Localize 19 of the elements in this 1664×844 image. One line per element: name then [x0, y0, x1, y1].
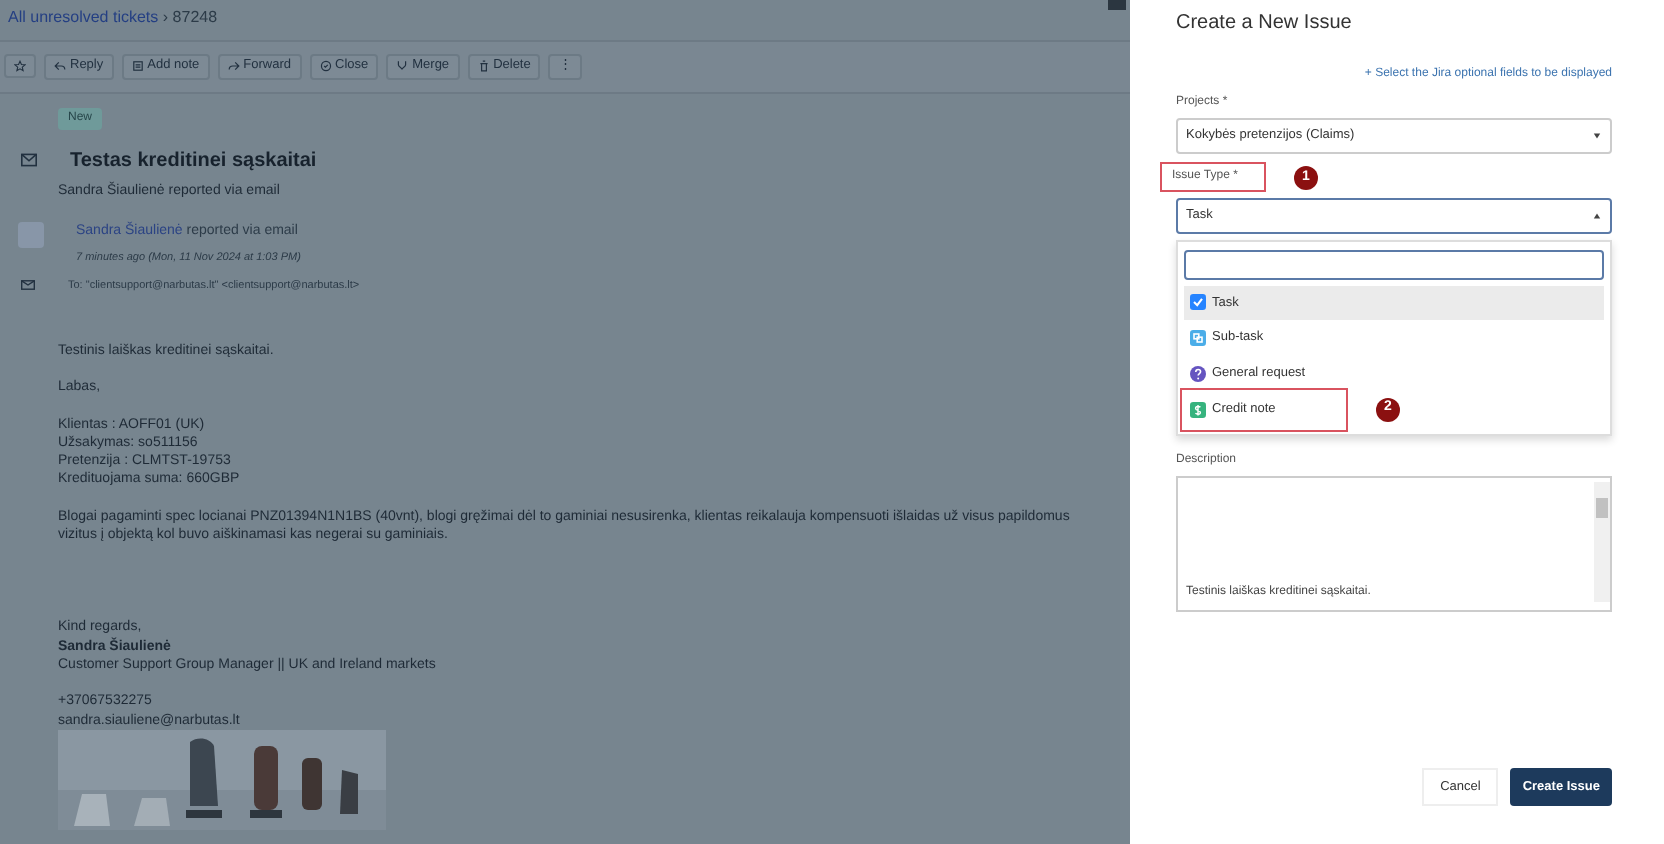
avatar — [18, 222, 44, 248]
check-circle-icon — [319, 60, 331, 73]
caret-icon — [1592, 211, 1602, 220]
envelope-icon — [20, 152, 38, 168]
merge-icon — [396, 60, 409, 73]
scrollbar — [1594, 481, 1610, 601]
reply-icon — [54, 60, 66, 73]
search-field[interactable] — [1184, 249, 1604, 279]
star-button[interactable] — [4, 54, 36, 79]
dialog-title: Create a New Issue — [1176, 12, 1354, 36]
trash-icon — [477, 60, 490, 73]
star-icon — [14, 60, 26, 73]
breadcrumb-separator: › — [162, 8, 169, 26]
ticket-number: 87248 — [172, 8, 218, 26]
recipients-icon — [20, 278, 36, 293]
ticket-title: Testas kreditinei sąskaitai — [70, 147, 317, 175]
caret-icon — [1592, 131, 1602, 140]
forward-icon — [227, 60, 240, 73]
note-icon — [131, 60, 144, 73]
